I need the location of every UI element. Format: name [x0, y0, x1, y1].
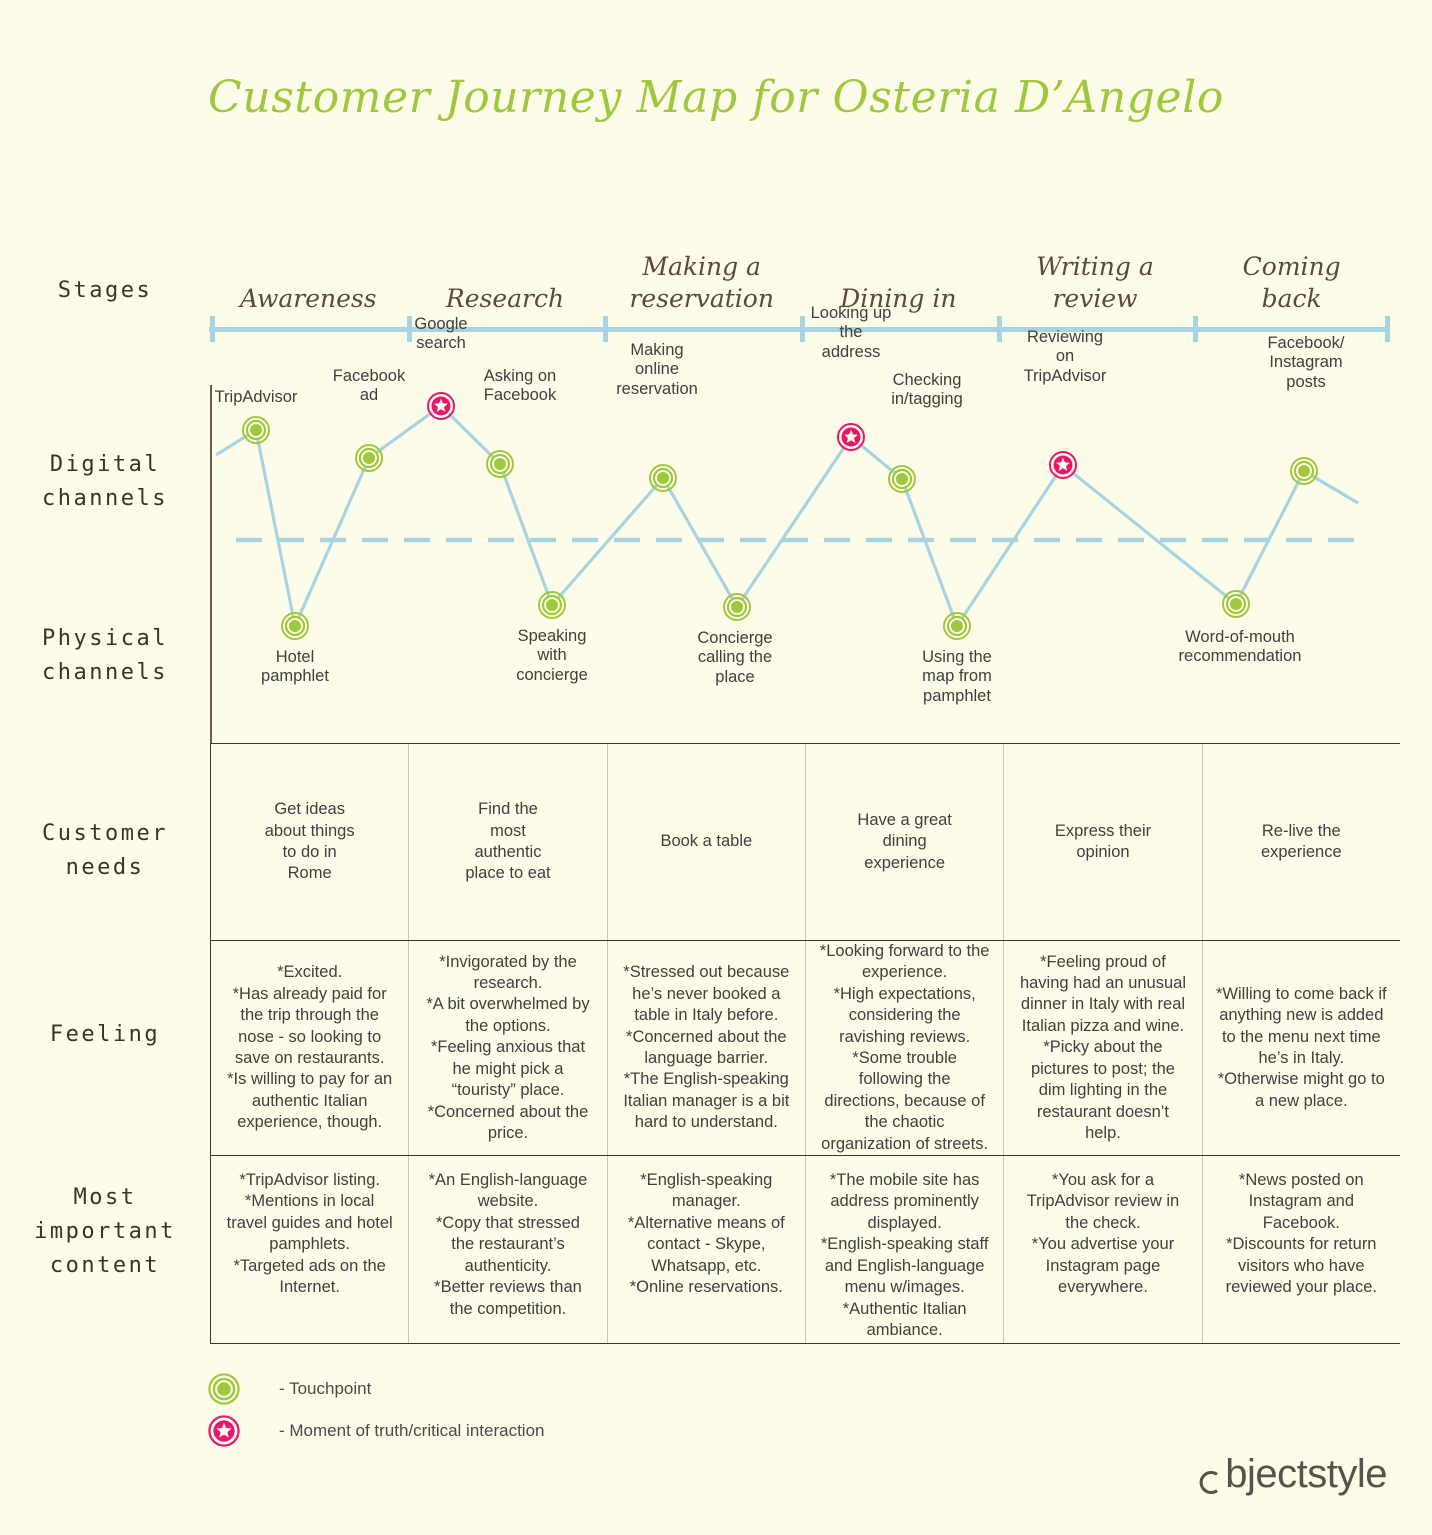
- moment-of-truth-icon[interactable]: [1049, 451, 1077, 479]
- cell-needs-6: Re-live the experience: [1201, 744, 1400, 940]
- cell-needs-2: Find the most authentic place to eat: [408, 744, 606, 940]
- touchpoint-label-12: Reviewing on TripAdvisor: [1023, 328, 1107, 385]
- cell-needs-3: Book a table: [606, 744, 805, 940]
- touchpoint-label-11: Using the map from pamphlet: [922, 648, 992, 705]
- touchpoint-icon[interactable]: [649, 464, 677, 492]
- touchpoint-icon[interactable]: [355, 444, 383, 472]
- cell-feeling-5: *Feeling proud of having had an unusual …: [1003, 941, 1201, 1155]
- row-label-most-important-content: Most important content: [34, 1185, 176, 1279]
- touchpoint-label-7: Making online reservation: [616, 341, 698, 398]
- timeline-tick-6: [1385, 316, 1390, 342]
- cell-feeling-6: *Willing to come back if anything new is…: [1201, 941, 1400, 1155]
- touchpoint-icon[interactable]: [1290, 457, 1318, 485]
- logo-o-icon: [1197, 1461, 1224, 1494]
- row-label-digital-channels: Digital channels: [42, 452, 168, 512]
- cell-feeling-4: *Looking forward to the experience. *Hig…: [804, 941, 1003, 1155]
- legend-item-2: - Moment of truth/critical interaction: [207, 1410, 544, 1452]
- legend: - Touchpoint - Moment of truth/critical i…: [207, 1368, 544, 1452]
- row-label-stages: Stages: [57, 278, 153, 303]
- touchpoint-label-4: Google search: [414, 315, 468, 353]
- cell-feeling-3: *Stressed out because he’s never booked …: [606, 941, 805, 1155]
- touchpoint-icon[interactable]: [888, 465, 916, 493]
- touchpoint-label-5: Asking on Facebook: [483, 367, 557, 405]
- touchpoint-label-9: Looking up the address: [810, 304, 892, 361]
- cell-content-6: *News posted on Instagram and Facebook. …: [1201, 1156, 1400, 1343]
- touchpoint-icon[interactable]: [723, 593, 751, 621]
- stage-header-3: Making a reservation: [629, 252, 774, 313]
- touchpoint-icon[interactable]: [1222, 590, 1250, 618]
- cell-content-1: *TripAdvisor listing. *Mentions in local…: [210, 1156, 408, 1343]
- touchpoint-icon[interactable]: [943, 612, 971, 640]
- legend-label-1: - Touchpoint: [279, 1379, 372, 1398]
- cell-feeling-1: *Excited. *Has already paid for the trip…: [210, 941, 408, 1155]
- moment-of-truth-icon[interactable]: [208, 1415, 240, 1447]
- cell-needs-1: Get ideas about things to do in Rome: [210, 744, 408, 940]
- row-label-customer-needs: Customer needs: [42, 821, 168, 881]
- touchpoint-label-8: Concierge calling the place: [697, 629, 773, 686]
- stage-header-6: Coming back: [1242, 252, 1341, 313]
- table-row-feeling: *Excited. *Has already paid for the trip…: [210, 940, 1400, 1155]
- moment-of-truth-icon: [207, 1414, 241, 1448]
- table-row-needs: Get ideas about things to do in Rome Find…: [210, 743, 1400, 940]
- touchpoint-icon[interactable]: [208, 1373, 240, 1405]
- cell-feeling-2: *Invigorated by the research. *A bit ove…: [408, 941, 606, 1155]
- touchpoint-label-13: Word-of-mouth recommendation: [1178, 628, 1302, 666]
- timeline-tick-5: [1193, 316, 1199, 342]
- timeline-tick-0: [210, 316, 215, 342]
- row-label-physical-channels: Physical channels: [42, 626, 168, 686]
- stage-header-1: Awareness: [240, 284, 377, 313]
- touchpoint-label-1: TripAdvisor: [214, 388, 298, 406]
- row-label-feeling: Feeling: [49, 1022, 161, 1047]
- touchpoint-icon[interactable]: [486, 450, 514, 478]
- table-row-content: *TripAdvisor listing. *Mentions in local…: [210, 1155, 1400, 1344]
- touchpoint-icon[interactable]: [538, 591, 566, 619]
- stages-header: Awareness Research Making a reservation Din…: [210, 215, 1390, 315]
- logo-text: bjectstyle: [1225, 1452, 1387, 1496]
- cell-content-3: *English-speaking manager. *Alternative …: [606, 1156, 805, 1343]
- touchpoint-label-10: Checking in/tagging: [891, 371, 963, 409]
- channels-chart: TripAdvisor Hotel pamphlet Facebook ad Goog…: [210, 304, 1390, 743]
- touchpoint-icon[interactable]: [242, 416, 270, 444]
- stage-header-2: Research: [445, 284, 565, 313]
- journey-table: Get ideas about things to do in Rome Find…: [210, 743, 1400, 1344]
- legend-item-1: - Touchpoint: [207, 1368, 544, 1410]
- touchpoint-icon: [207, 1372, 241, 1406]
- touchpoint-icon[interactable]: [281, 612, 309, 640]
- cell-content-5: *You ask for a TripAdvisor review in the…: [1003, 1156, 1201, 1343]
- timeline-tick-2: [603, 316, 609, 342]
- objectstyle-logo: bjectstyle: [1197, 1452, 1387, 1497]
- touchpoint-label-14: Facebook/ Instagram posts: [1267, 334, 1345, 391]
- cell-content-2: *An English-language website. *Copy that…: [408, 1156, 606, 1343]
- moment-of-truth-icon[interactable]: [837, 423, 865, 451]
- page-title: Customer Journey Map for Osteria D’Angel…: [208, 72, 1224, 123]
- touchpoint-label-3: Facebook ad: [332, 367, 406, 405]
- stage-header-5: Writing a review: [1036, 252, 1154, 313]
- touchpoint-label-2: Hotel pamphlet: [261, 648, 329, 686]
- touchpoint-label-6: Speaking with concierge: [516, 627, 588, 684]
- cell-needs-5: Express their opinion: [1003, 744, 1201, 940]
- legend-label-2: - Moment of truth/critical interaction: [279, 1421, 545, 1440]
- cell-needs-4: Have a great dining experience: [804, 744, 1003, 940]
- cell-content-4: *The mobile site has address prominently…: [804, 1156, 1003, 1343]
